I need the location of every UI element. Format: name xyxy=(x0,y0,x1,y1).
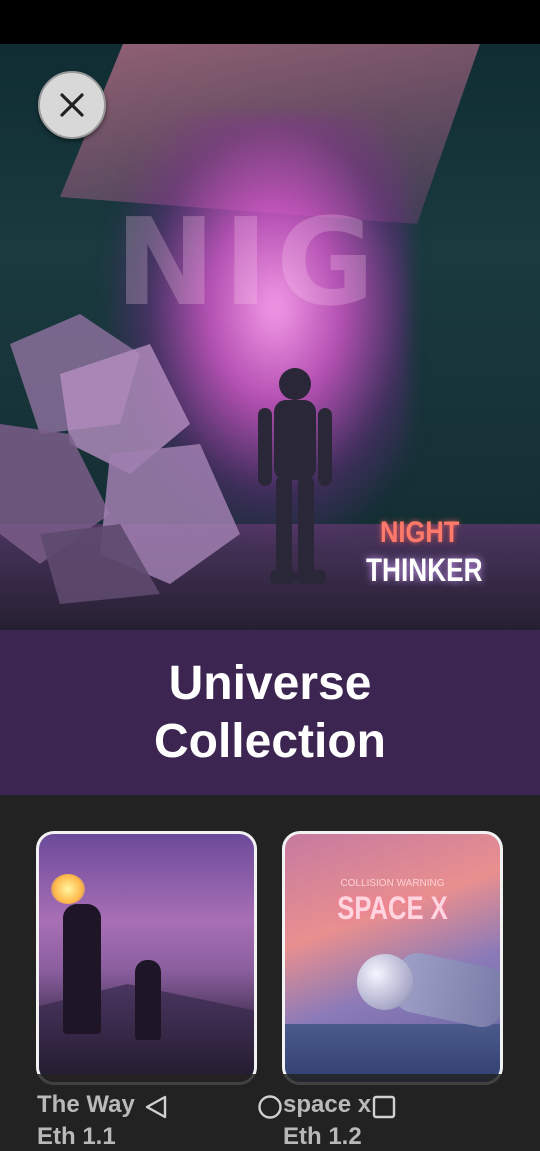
card-art-helmet xyxy=(357,954,413,1010)
card-subtitle-the-way: Eth 1.1 xyxy=(37,1123,116,1150)
close-button[interactable] xyxy=(38,71,106,139)
album-art-title-thinker: THINKER xyxy=(366,552,483,588)
card-title-the-way: The Way xyxy=(37,1091,135,1118)
card-space-x[interactable]: COLLISION WARNING SPACE X xyxy=(282,831,503,1085)
card-title-space-x: space x xyxy=(283,1091,372,1118)
torch-flame xyxy=(51,874,85,904)
card-the-way[interactable] xyxy=(36,831,257,1085)
status-bar xyxy=(0,0,540,44)
album-art-title-night: NIGHT xyxy=(380,516,460,549)
recent-apps-square-icon[interactable] xyxy=(371,1094,397,1120)
card-art-figure xyxy=(63,904,101,1034)
card-art-subtitle: COLLISION WARNING xyxy=(340,878,445,889)
collection-title: Universe Collection xyxy=(153,656,386,768)
hero-rocks xyxy=(0,314,240,604)
card-art-figure-second xyxy=(135,960,161,1040)
collection-title-band: Universe Collection xyxy=(0,630,540,795)
close-icon xyxy=(60,93,84,117)
home-circle-icon[interactable] xyxy=(257,1094,283,1120)
card-art-title: SPACE X xyxy=(337,890,448,926)
astronaut-figure xyxy=(258,368,332,584)
back-triangle-icon[interactable] xyxy=(143,1094,169,1120)
card-subtitle-space-x: Eth 1.2 xyxy=(283,1123,362,1150)
